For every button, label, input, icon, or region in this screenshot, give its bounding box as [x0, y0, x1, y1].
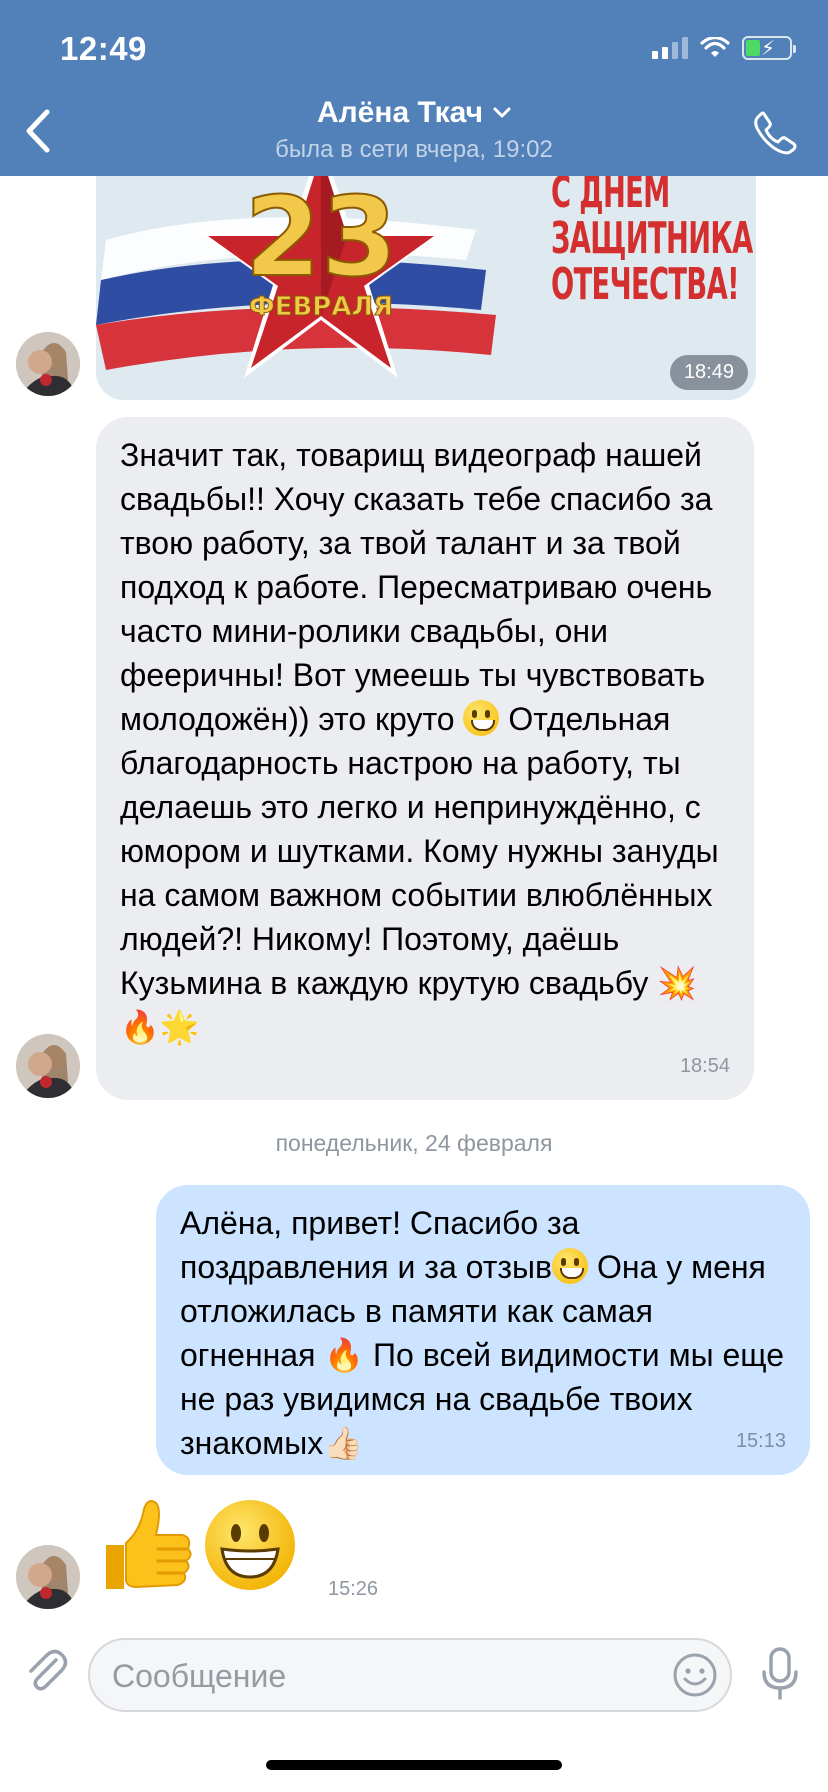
- smiley-icon: [673, 1653, 717, 1697]
- fire-emoji: 🔥: [324, 1337, 365, 1373]
- avatar[interactable]: [16, 1545, 80, 1609]
- grinning-face-icon: [205, 1500, 295, 1590]
- thumbs-up-icon: [106, 1500, 192, 1589]
- attach-button[interactable]: [22, 1646, 70, 1694]
- battery-icon: ⚡: [742, 36, 796, 60]
- caption-line: С ДНЕМ: [551, 167, 670, 218]
- incoming-message-bubble[interactable]: Значит так, товарищ видеограф нашей свад…: [96, 417, 754, 1100]
- last-seen-status: была в сети вчера, 19:02: [275, 136, 553, 163]
- message-input-container[interactable]: [88, 1638, 732, 1712]
- grinning-face-icon: [463, 700, 500, 736]
- contact-name[interactable]: Алёна Ткач: [317, 96, 483, 130]
- message-time: 18:54: [679, 1055, 730, 1077]
- cellular-signal-icon: [652, 37, 688, 59]
- message-input[interactable]: [112, 1658, 632, 1695]
- message-text: Алёна, привет! Спасибо за поздравления и…: [180, 1201, 784, 1465]
- message-composer: [0, 1620, 828, 1740]
- emoji-button[interactable]: [672, 1652, 718, 1698]
- message-text: Значит так, товарищ видеограф нашей свад…: [120, 433, 728, 1049]
- avatar[interactable]: [16, 1034, 80, 1098]
- chevron-down-icon[interactable]: [493, 107, 511, 119]
- home-indicator[interactable]: [266, 1760, 562, 1770]
- message-time: 15:26: [328, 1578, 379, 1600]
- message-time: 15:13: [735, 1430, 786, 1452]
- thumbs-up-emoji: 👍🏻: [323, 1425, 364, 1461]
- date-number: 23: [244, 173, 397, 301]
- outgoing-message-bubble[interactable]: Алёна, привет! Спасибо за поздравления и…: [156, 1185, 810, 1475]
- emoji-message[interactable]: [96, 1495, 298, 1595]
- date-month: ФЕВРАЛЯ: [249, 292, 393, 322]
- wifi-icon: [700, 37, 730, 57]
- avatar[interactable]: [16, 332, 80, 396]
- date-separator: понедельник, 24 февраля: [275, 1130, 553, 1156]
- message-text-part: Отдельная благодарность настрою на работ…: [120, 701, 728, 1001]
- chat-header: 12:49 ⚡ Алёна Ткач была в сети вчера, 19…: [0, 0, 828, 176]
- microphone-icon: [762, 1647, 798, 1700]
- voice-message-button[interactable]: [758, 1646, 802, 1702]
- message-text-part: Алёна, привет! Спасибо за поздравления и…: [180, 1205, 589, 1285]
- caption-line: ЗАЩИТНИКА: [551, 213, 753, 264]
- chat-title[interactable]: Алёна Ткач была в сети вчера, 19:02: [0, 96, 828, 164]
- paperclip-icon: [29, 1649, 68, 1691]
- message-text-part: Значит так, товарищ видеограф нашей свад…: [120, 437, 722, 737]
- status-time: 12:49: [60, 30, 147, 67]
- call-button[interactable]: [750, 108, 800, 158]
- grinning-face-icon: [552, 1248, 589, 1284]
- caption-line: ОТЕЧЕСТВА!: [551, 259, 740, 310]
- message-time: 18:49: [669, 355, 748, 390]
- card-caption: С ДНЕМ ЗАЩИТНИКА ОТЕЧЕСТВА!: [551, 170, 753, 308]
- phone-icon: [754, 111, 797, 155]
- status-icons: ⚡: [652, 36, 796, 60]
